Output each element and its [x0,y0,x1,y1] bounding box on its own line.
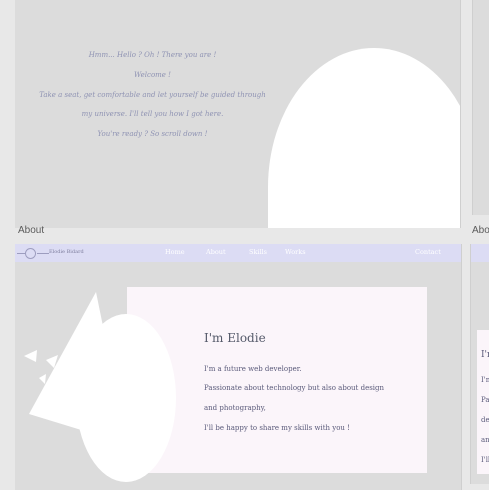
hero-intro-line-2: my universe. I'll tell you how I got her… [81,110,224,118]
frame-label-about-next[interactable]: Abo [472,225,489,236]
about-line-3: and photography, [204,404,266,412]
next-frame-line-5: I'll [481,456,489,464]
about-title: I'm Elodie [204,331,266,345]
next-frame-preview-top [472,0,489,215]
next-frame-title: I'm [481,350,489,360]
hero-scroll-prompt: You're ready ? So scroll down ! [97,130,208,138]
next-frame-line-1: I'm [481,376,489,384]
spark-1 [24,350,37,362]
frame-label-about[interactable]: About [18,225,44,236]
hero-frame: Hmm... Hello ? Oh ! There you are ! Welc… [15,0,461,228]
next-frame-navbar [471,244,489,262]
about-line-4: I'll be happy to share my skills with yo… [204,424,350,432]
next-frame-preview: I'm I'm Pa de an I'll [470,244,489,484]
spark-3 [39,374,46,384]
hero-welcome: Welcome ! [134,71,171,79]
next-frame-line-2: Pa [481,396,489,404]
about-frame: Elodie Bidard Home About Skills Works Co… [15,244,462,490]
hero-intro-line-1: Take a seat, get comfortable and let you… [39,91,266,99]
next-frame-line-3: de [481,416,489,424]
next-frame-line-4: an [481,436,489,444]
about-line-2: Passionate about technology but also abo… [204,384,385,392]
hero-decorative-shape [268,48,460,228]
hero-greeting: Hmm... Hello ? Oh ! There you are ! [88,51,217,59]
about-line-1: I'm a future web developer. [204,365,302,373]
